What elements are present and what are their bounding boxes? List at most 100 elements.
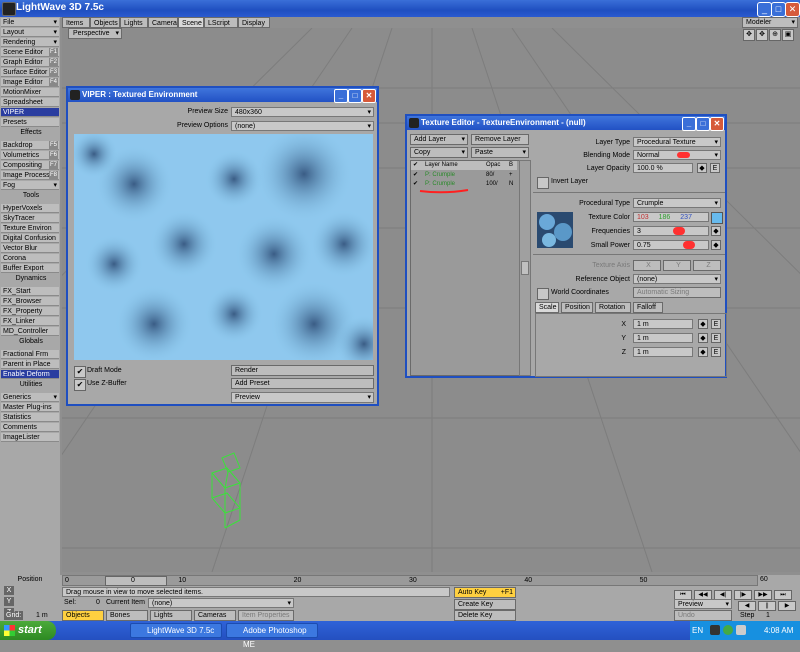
- bones-button[interactable]: Bones: [106, 610, 148, 621]
- camera-object[interactable]: [211, 452, 241, 529]
- left-panel-fx-start[interactable]: FX_Start: [1, 287, 59, 296]
- automatic-sizing-button[interactable]: Automatic Sizing: [633, 287, 721, 298]
- color-swatch[interactable]: [711, 212, 723, 224]
- procedural-type-select[interactable]: Crumple ▾: [633, 198, 721, 208]
- timeline-thumb[interactable]: [105, 576, 167, 586]
- tab-lscript[interactable]: LScript: [204, 17, 238, 28]
- scale-x-e-button[interactable]: E: [711, 319, 721, 329]
- left-panel-volumetrics[interactable]: Volumetrics F6: [1, 151, 59, 160]
- last-frame-icon[interactable]: ⏭: [774, 590, 792, 600]
- layer-row[interactable]: ✔ P: Crumple 80/ +: [411, 171, 517, 180]
- objects-button[interactable]: Objects: [62, 610, 104, 621]
- left-panel-hypervoxels[interactable]: HyperVoxels: [1, 204, 59, 213]
- invert-layer-checkbox[interactable]: [537, 177, 549, 189]
- delete-key-button[interactable]: Delete Key: [454, 610, 516, 621]
- use-zbuffer-checkbox[interactable]: ✔: [74, 379, 86, 391]
- axis-y-button[interactable]: Y: [663, 260, 691, 271]
- remove-layer-button[interactable]: Remove Layer: [471, 134, 529, 145]
- scale-y-field[interactable]: 1 m: [633, 333, 693, 343]
- scale-z-field[interactable]: 1 m: [633, 347, 693, 357]
- lights-button[interactable]: Lights: [150, 610, 192, 621]
- timeline-slider[interactable]: 0 0 10 20 30 40 50: [62, 575, 758, 586]
- left-panel-rendering[interactable]: Rendering ▾: [1, 38, 59, 47]
- create-key-button[interactable]: Create Key: [454, 599, 516, 610]
- layer-list-scrollbar[interactable]: [519, 160, 531, 376]
- axis-z-button[interactable]: Z: [693, 260, 721, 271]
- play-icon[interactable]: ▶: [778, 601, 796, 611]
- draft-mode-checkbox[interactable]: ✔: [74, 366, 86, 378]
- scrollbar-thumb[interactable]: [521, 261, 529, 275]
- preview-size-select[interactable]: 480x360 ▾: [231, 107, 374, 117]
- subtab-scale[interactable]: Scale: [535, 302, 559, 313]
- render-button[interactable]: Render: [231, 365, 374, 376]
- left-panel-file[interactable]: File ▾: [1, 18, 59, 27]
- left-panel-imagelister[interactable]: ImageLister: [1, 433, 59, 442]
- left-panel-fx-property[interactable]: FX_Property: [1, 307, 59, 316]
- scale-z-envelope-icon[interactable]: ◆: [698, 347, 708, 357]
- subtab-rotation[interactable]: Rotation: [595, 302, 631, 313]
- move-view-icon[interactable]: ✥: [743, 29, 755, 41]
- task-lightwave[interactable]: LightWave 3D 7.5c: [130, 623, 222, 638]
- start-button[interactable]: start: [0, 621, 56, 640]
- add-layer-button[interactable]: Add Layer ▾: [410, 134, 468, 145]
- minimize-button[interactable]: _: [757, 2, 772, 17]
- viper-minimize-button[interactable]: _: [334, 89, 348, 103]
- left-panel-digital-confusion[interactable]: Digital Confusion: [1, 234, 59, 243]
- step-forward-icon[interactable]: |▶: [734, 590, 752, 600]
- left-panel-skytracer[interactable]: SkyTracer: [1, 214, 59, 223]
- network-tray-icon[interactable]: [723, 625, 733, 635]
- left-panel-surface-editor[interactable]: Surface Editor F3: [1, 68, 59, 77]
- envelope-toggle-icon[interactable]: ◆: [697, 163, 707, 173]
- envelope-e-button[interactable]: E: [710, 163, 720, 173]
- maximize-button[interactable]: □: [771, 2, 786, 17]
- scale-y-envelope-icon[interactable]: ◆: [698, 333, 708, 343]
- play-reverse-icon[interactable]: ◀: [738, 601, 756, 611]
- scale-z-e-button[interactable]: E: [711, 347, 721, 357]
- left-panel-scene-editor[interactable]: Scene Editor F1: [1, 48, 59, 57]
- tab-camera[interactable]: Camera: [148, 17, 178, 28]
- task-photoshop[interactable]: Adobe Photoshop ME: [226, 623, 318, 649]
- rotate-view-icon[interactable]: ✥: [756, 29, 768, 41]
- fast-forward-icon[interactable]: ▶▶: [754, 590, 772, 600]
- left-panel-layout[interactable]: Layout ▾: [1, 28, 59, 37]
- left-panel-vector-blur[interactable]: Vector Blur: [1, 244, 59, 253]
- cameras-button[interactable]: Cameras: [194, 610, 236, 621]
- preview-options-select[interactable]: (none) ▾: [231, 121, 374, 131]
- tab-scene[interactable]: Scene: [178, 17, 204, 28]
- volume-tray-icon[interactable]: [736, 625, 746, 635]
- viper-maximize-button[interactable]: □: [348, 89, 362, 103]
- paste-button[interactable]: Paste ▾: [471, 147, 529, 158]
- te-maximize-button[interactable]: □: [696, 117, 710, 131]
- preview-dropdown[interactable]: Preview ▾: [674, 599, 732, 609]
- subtab-position[interactable]: Position: [561, 302, 593, 313]
- left-panel-backdrop[interactable]: Backdrop F5: [1, 141, 59, 150]
- left-panel-buffer-export[interactable]: Buffer Export: [1, 264, 59, 273]
- axis-x-button[interactable]: X: [633, 260, 661, 271]
- tab-objects[interactable]: Objects: [90, 17, 120, 28]
- left-panel-spreadsheet[interactable]: Spreadsheet: [1, 98, 59, 107]
- frequencies-field[interactable]: 3: [633, 226, 709, 236]
- left-panel-motionmixer[interactable]: MotionMixer: [1, 88, 59, 97]
- left-panel-image-process[interactable]: Image Process F8: [1, 171, 59, 180]
- small-power-field[interactable]: 0.75: [633, 240, 709, 250]
- left-panel-statistics[interactable]: Statistics: [1, 413, 59, 422]
- texture-color-field[interactable]: 103 186 237: [633, 212, 709, 222]
- scale-x-field[interactable]: 1 m: [633, 319, 693, 329]
- left-panel-fx-browser[interactable]: FX_Browser: [1, 297, 59, 306]
- left-panel-generics[interactable]: Generics ▾: [1, 393, 59, 402]
- left-panel-fx-linker[interactable]: FX_Linker: [1, 317, 59, 326]
- pause-icon[interactable]: ||: [758, 601, 776, 611]
- scale-y-e-button[interactable]: E: [711, 333, 721, 343]
- current-item-select[interactable]: (none) ▾: [148, 598, 294, 608]
- viewport-mode-select[interactable]: Perspective ▾: [68, 28, 122, 39]
- tab-display[interactable]: Display: [238, 17, 270, 28]
- auto-key-button[interactable]: Auto Key +F1: [454, 587, 516, 598]
- item-properties-button[interactable]: Item Properties: [238, 610, 294, 621]
- left-panel-texture-environ[interactable]: Texture Environ: [1, 224, 59, 233]
- left-panel-parent-in-place[interactable]: Parent in Place: [1, 360, 59, 369]
- maximize-view-icon[interactable]: ▣: [782, 29, 794, 41]
- layer-opacity-field[interactable]: 100.0 %: [633, 163, 693, 173]
- left-panel-image-editor[interactable]: Image Editor F4: [1, 78, 59, 87]
- small-power-envelope-icon[interactable]: ◆: [711, 240, 721, 250]
- left-panel-viper[interactable]: VIPER: [1, 108, 59, 117]
